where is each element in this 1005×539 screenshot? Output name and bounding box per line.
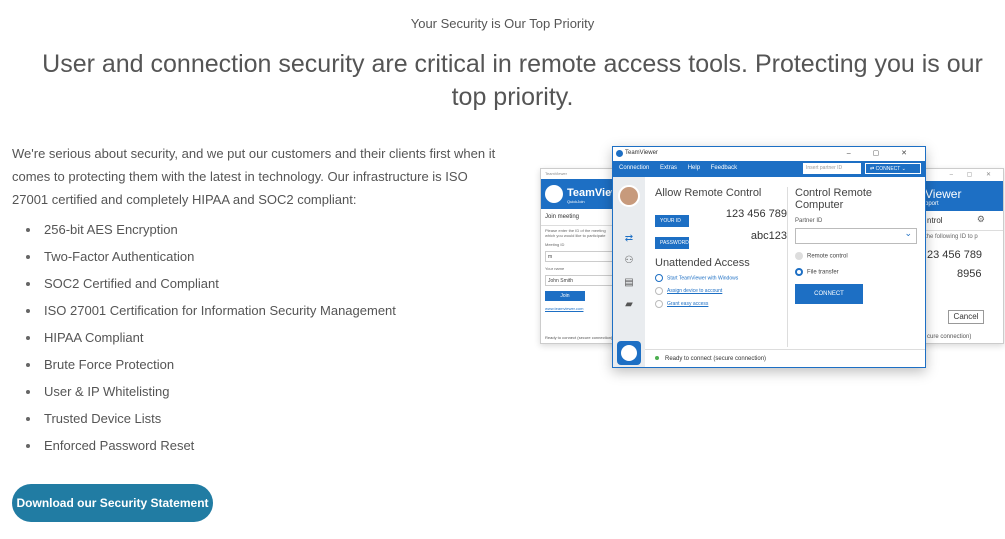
unattended-item-label: Grant easy access — [667, 301, 709, 307]
join-meeting-heading: Join meeting — [541, 209, 617, 226]
meeting-icon: ⚇ — [624, 255, 634, 266]
password-row: PASSWORD abc123 — [655, 230, 787, 249]
control-remote-computer-panel: Control Remote Computer Partner ID Remot… — [795, 187, 921, 304]
partner-id-label: Partner ID — [795, 218, 823, 224]
your-id-value: 123 456 789 — [725, 208, 787, 220]
unattended-item: Assign device to account — [655, 287, 787, 295]
connect-mini-label: CONNECT — [875, 166, 901, 172]
your-id-label: YOUR ID — [655, 215, 689, 227]
teamviewer-main-window-screenshot: TeamViewer – ▢ ✕ Connection Extras Help … — [612, 146, 926, 368]
radio-selected-icon — [795, 268, 803, 276]
download-security-statement-button[interactable]: Download our Security Statement — [12, 484, 213, 522]
quickjoin-brand: TeamViewer QuickJoin — [541, 179, 617, 209]
feature-item: Enforced Password Reset — [26, 436, 396, 463]
quickjoin-window-screenshot: TeamViewer TeamViewer QuickJoin Join mee… — [540, 168, 618, 344]
feature-item: ISO 27001 Certification for Information … — [26, 301, 396, 328]
chat-icon: ▰ — [625, 299, 633, 310]
status-text: Ready to connect (secure connection) — [545, 335, 613, 340]
menu-help: Help — [687, 165, 701, 171]
control-heading-text: ntrol — [927, 216, 943, 225]
window-title: TeamViewer — [545, 171, 567, 176]
radio-label: File transfer — [807, 269, 839, 276]
sidebar: ⇄ ⚇ ▤ ▰ — [613, 177, 645, 367]
website-link: www.teamviewer.com — [545, 306, 584, 311]
join-instructions: Please enter the ID of the meeting which… — [545, 228, 606, 238]
connect-button: CONNECT — [795, 284, 863, 304]
section-eyebrow: Your Security is Our Top Priority — [410, 16, 595, 31]
meeting-id-field: m — [545, 251, 613, 262]
circle-icon — [655, 300, 663, 308]
allow-remote-title: Allow Remote Control — [655, 187, 762, 199]
join-button: Join — [545, 291, 585, 301]
feature-item: Two-Factor Authentication — [26, 247, 396, 274]
feature-list: 256-bit AES Encryption Two-Factor Authen… — [26, 220, 396, 463]
window-controls-icon: – ▢ ✕ — [846, 150, 917, 157]
intro-paragraph: We're serious about security, and we put… — [12, 146, 496, 207]
remote-control-arrows-icon: ⇄ — [624, 233, 634, 244]
allow-remote-control-panel: Allow Remote Control YOUR ID 123 456 789… — [655, 187, 787, 308]
feature-item: 256-bit AES Encryption — [26, 220, 396, 247]
feature-item: Brute Force Protection — [26, 355, 396, 382]
status-bar: Ready to connect (secure connection) — [645, 349, 925, 367]
meeting-id-label: Meeting ID — [545, 242, 565, 247]
gear-icon: ⚙ — [976, 214, 985, 224]
teamviewer-logo-icon — [545, 185, 563, 203]
your-id-row: YOUR ID 123 456 789 — [655, 208, 787, 227]
feature-item: SOC2 Certified and Compliant — [26, 274, 396, 301]
control-remote-title: Control Remote Computer — [795, 187, 873, 211]
status-text: cure connection) — [927, 334, 972, 340]
page-headline: User and connection security are critica… — [42, 50, 983, 111]
check-circle-icon — [655, 274, 663, 282]
status-dot-icon — [655, 356, 659, 361]
divider — [787, 187, 788, 347]
name-label: Your name — [545, 266, 565, 271]
name-field: John Smith — [545, 275, 613, 286]
menu-connection: Connection — [619, 165, 650, 171]
menu-extras: Extras — [660, 165, 678, 171]
status-text: Ready to connect (secure connection) — [665, 356, 767, 362]
unattended-item-label: Start TeamViewer with Windows — [667, 275, 739, 282]
brand-name: Viewer — [925, 187, 962, 201]
password-value: abc123 — [750, 230, 787, 242]
partner-id-field — [795, 228, 917, 244]
brand-sub: pport — [925, 201, 939, 207]
password-label: PASSWORD — [655, 237, 689, 249]
connect-mini-button: ⇄ CONNECT ⌄ — [865, 163, 921, 174]
radio-remote-control: Remote control — [795, 252, 921, 260]
unattended-item: Start TeamViewer with Windows — [655, 274, 787, 282]
partner-id-mini-input: Insert partner ID — [803, 163, 861, 174]
unattended-item-label: Assign device to account — [667, 288, 723, 294]
brand-sub: QuickJoin — [567, 199, 585, 204]
brand-name: TeamViewer — [567, 187, 617, 199]
radio-file-transfer: File transfer — [795, 268, 921, 276]
radio-icon — [795, 252, 803, 260]
teamviewer-logo-icon — [617, 341, 641, 365]
cancel-button: Cancel — [948, 310, 984, 324]
feature-item: HIPAA Compliant — [26, 328, 396, 355]
menu-feedback: Feedback — [710, 165, 738, 171]
unattended-item: Grant easy access — [655, 300, 787, 308]
feature-item: User & IP Whitelisting — [26, 382, 396, 409]
window-titlebar: TeamViewer – ▢ ✕ — [613, 147, 925, 161]
menu-bar: Connection Extras Help Feedback Insert p… — [613, 161, 925, 177]
feature-item: Trusted Device Lists — [26, 409, 396, 436]
radio-label: Remote control — [807, 253, 848, 260]
teamviewer-icon — [616, 150, 623, 157]
contacts-icon: ▤ — [624, 277, 634, 288]
avatar — [618, 185, 640, 207]
unattended-title: Unattended Access — [655, 257, 750, 269]
window-title: TeamViewer — [625, 150, 658, 156]
circle-icon — [655, 287, 663, 295]
